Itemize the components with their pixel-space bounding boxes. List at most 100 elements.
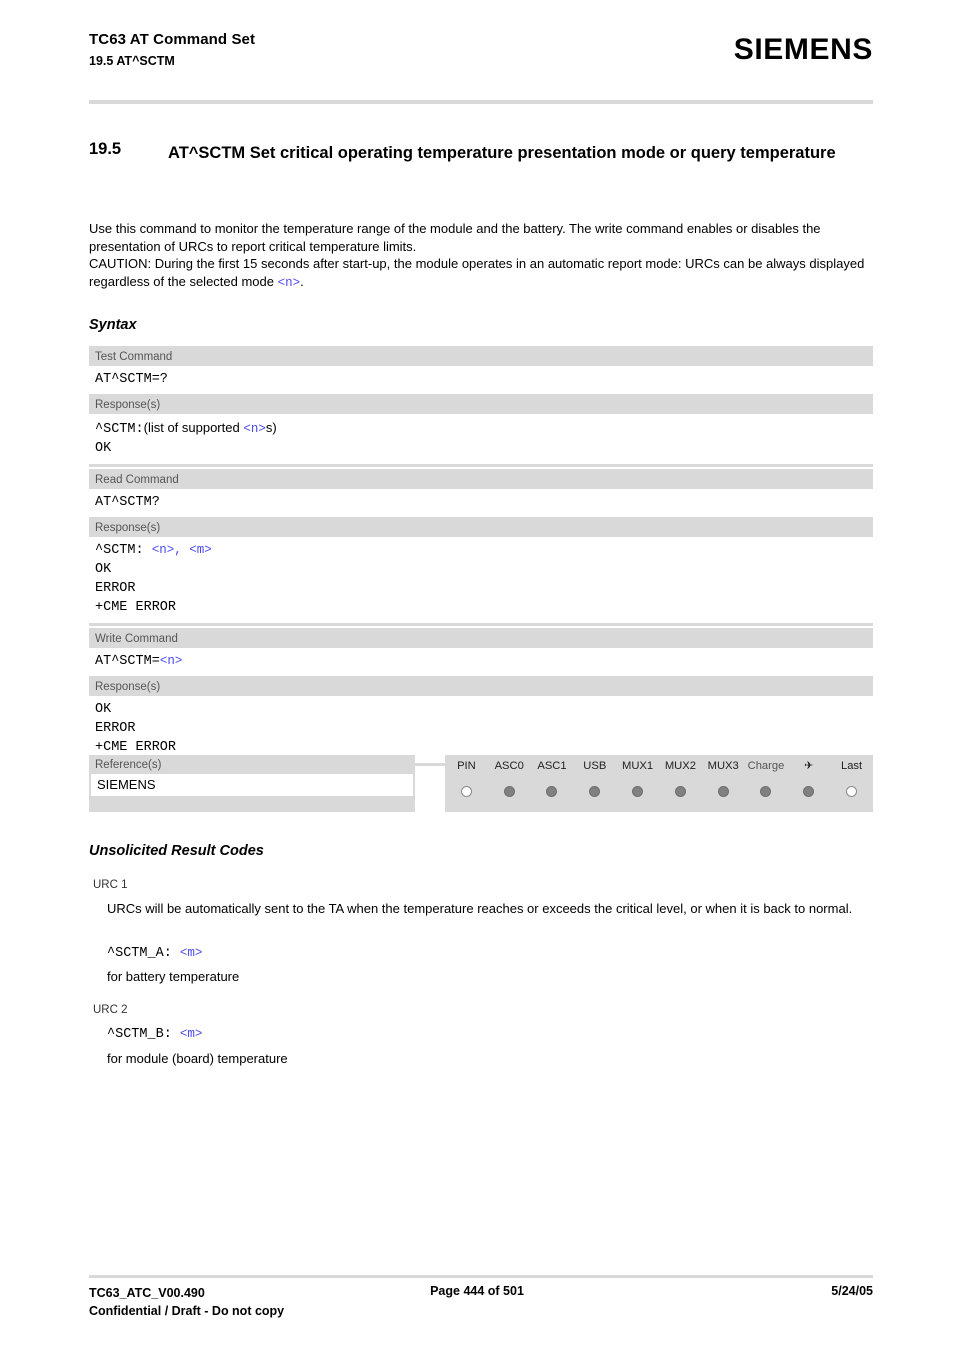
write-command-text: AT^SCTM= — [95, 654, 160, 669]
siemens-logo: SIEMENS — [733, 33, 873, 66]
read-response-line-2: OK — [95, 562, 112, 577]
test-response-label: Response(s) — [89, 394, 873, 414]
interface-label-mux1: MUX1 — [622, 760, 654, 772]
urc1-code-prefix: ^SCTM_A: — [107, 946, 180, 961]
intro-paragraph-2: CAUTION: During the first 15 seconds aft… — [89, 255, 875, 292]
urc2-note: for module (board) temperature — [107, 1051, 288, 1066]
interface-dot-last — [846, 786, 858, 797]
header-divider — [89, 100, 873, 104]
interface-col-last: Last — [830, 755, 873, 797]
section-number: 19.5 — [89, 140, 122, 158]
param-nm-read: <n>, <m> — [151, 543, 212, 557]
interface-col-mux1: MUX1 — [616, 755, 659, 797]
read-response-line-1: ^SCTM: <n>, <m> — [95, 541, 873, 560]
test-command-text: AT^SCTM=? — [95, 372, 168, 387]
param-n-write: <n> — [159, 654, 183, 668]
param-m-urc2: <m> — [179, 1027, 203, 1041]
reference-cell: Reference(s) SIEMENS — [89, 755, 415, 812]
interface-dot-mux1 — [632, 786, 644, 797]
param-m-urc1: <m> — [179, 946, 203, 960]
interface-label-last: Last — [840, 760, 863, 772]
read-command-group: Read Command AT^SCTM? Response(s) ^SCTM:… — [89, 469, 873, 626]
read-command-text: AT^SCTM? — [95, 495, 160, 510]
test-command-group: Test Command AT^SCTM=? Response(s) ^SCTM… — [89, 346, 873, 467]
interface-support-cell: PIN ASC0 ASC1 USB MUX1 MUX2 MUX3 Charge … — [445, 755, 873, 812]
interface-col-mux3: MUX3 — [702, 755, 745, 797]
write-command-group: Write Command AT^SCTM=<n> Response(s) OK… — [89, 628, 873, 766]
header-subtitle: 19.5 AT^SCTM — [89, 54, 175, 68]
test-command-value: AT^SCTM=? — [89, 366, 873, 394]
interface-label-mux2: MUX2 — [664, 760, 696, 772]
urc2-code: ^SCTM_B: <m> — [107, 1027, 202, 1042]
footer-page-number: Page 444 of 501 — [430, 1284, 524, 1298]
header-title: TC63 AT Command Set — [89, 31, 256, 48]
write-command-value: AT^SCTM=<n> — [89, 648, 873, 676]
reference-label: Reference(s) — [95, 759, 162, 771]
urc1-note: for battery temperature — [107, 969, 240, 984]
write-response-body: OK ERROR +CME ERROR — [89, 696, 873, 763]
interface-col-mux2: MUX2 — [659, 755, 702, 797]
interface-col-usb: USB — [573, 755, 616, 797]
test-response-prefix: ^SCTM: — [95, 422, 144, 437]
interface-label-charge: Charge — [747, 760, 785, 772]
interface-dot-asc1 — [546, 786, 558, 797]
write-command-label: Write Command — [95, 633, 178, 645]
footer-confidential: Confidential / Draft - Do not copy — [89, 1304, 285, 1318]
test-response-list-suffix: s) — [265, 420, 277, 435]
urc1-description: URCs will be automatically sent to the T… — [107, 901, 853, 916]
interface-dot-asc0 — [503, 786, 515, 797]
interface-col-pin: PIN — [445, 755, 488, 797]
urc1-label: URC 1 — [93, 879, 128, 891]
test-command-label: Test Command — [95, 351, 173, 363]
interface-col-airplane: ✈ — [787, 755, 830, 797]
interface-col-charge: Charge — [745, 755, 788, 797]
test-response-list-text: (list of supported — [143, 420, 244, 435]
read-command-label: Read Command — [95, 474, 179, 486]
read-response-line-4: +CME ERROR — [95, 600, 177, 615]
test-response-line-2: OK — [95, 441, 112, 456]
write-response-label: Response(s) — [89, 676, 873, 696]
document-page: TC63 AT Command Set 19.5 AT^SCTM SIEMENS… — [0, 0, 954, 1351]
section-title: AT^SCTM Set critical operating temperatu… — [168, 144, 836, 162]
intro-paragraph-1: Use this command to monitor the temperat… — [89, 221, 821, 254]
write-response-line-2: ERROR — [95, 721, 136, 736]
read-response-prefix: ^SCTM: — [95, 543, 152, 558]
interface-dot-pin — [460, 786, 472, 797]
urc2-code-prefix: ^SCTM_B: — [107, 1027, 180, 1042]
intro-text: Use this command to monitor the temperat… — [89, 220, 875, 292]
interface-col-asc1: ASC1 — [531, 755, 574, 797]
interface-col-asc0: ASC0 — [488, 755, 531, 797]
intro-paragraph-2-end: . — [300, 273, 304, 289]
reference-row: Reference(s) SIEMENS PIN ASC0 ASC1 USB M… — [89, 755, 873, 812]
interface-dot-airplane — [803, 786, 815, 797]
footer-date: 5/24/05 — [831, 1284, 873, 1298]
interface-label-mux3: MUX3 — [707, 760, 739, 772]
interface-label-asc1: ASC1 — [537, 760, 567, 772]
intro-paragraph-2-text: CAUTION: During the first 15 seconds aft… — [89, 256, 865, 289]
write-response-line-1: OK — [95, 702, 112, 717]
syntax-heading: Syntax — [89, 317, 137, 333]
interface-support-grid: PIN ASC0 ASC1 USB MUX1 MUX2 MUX3 Charge … — [445, 755, 873, 812]
read-response-label: Response(s) — [89, 517, 873, 537]
test-response-body: ^SCTM:(list of supported <n>s) OK — [89, 414, 873, 464]
page-header: TC63 AT Command Set 19.5 AT^SCTM — [89, 30, 589, 70]
reference-value: SIEMENS — [91, 774, 413, 796]
interface-dot-charge — [760, 786, 772, 797]
param-n-test: <n> — [243, 422, 266, 436]
footer-divider — [89, 1275, 873, 1278]
urc2-label: URC 2 — [93, 1004, 128, 1016]
interface-dot-mux3 — [717, 786, 729, 797]
interface-label-pin: PIN — [457, 760, 476, 772]
airplane-icon: ✈ — [804, 760, 814, 772]
read-command-value: AT^SCTM? — [89, 489, 873, 517]
interface-dot-usb — [589, 786, 601, 797]
interface-label-usb: USB — [583, 760, 607, 772]
param-n-inline: <n> — [277, 275, 301, 290]
interface-label-asc0: ASC0 — [494, 760, 524, 772]
test-response-line-1: ^SCTM:(list of supported <n>s) — [95, 418, 873, 439]
urc1-code: ^SCTM_A: <m> — [107, 946, 202, 961]
read-response-line-3: ERROR — [95, 581, 136, 596]
urc-heading: Unsolicited Result Codes — [89, 843, 264, 859]
read-response-body: ^SCTM: <n>, <m> OK ERROR +CME ERROR — [89, 537, 873, 623]
interface-dot-mux2 — [674, 786, 686, 797]
